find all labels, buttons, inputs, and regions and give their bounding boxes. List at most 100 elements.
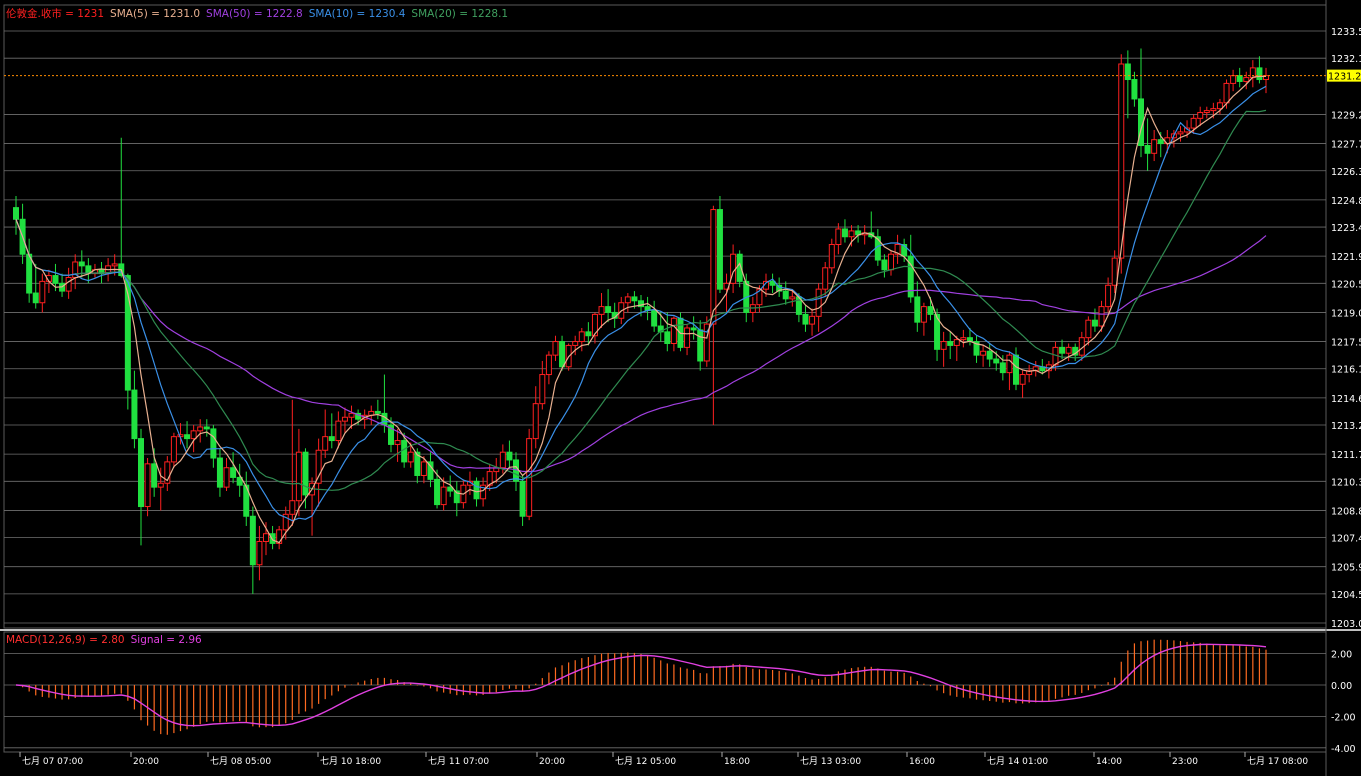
candle-body[interactable] <box>348 412 355 418</box>
candle-body[interactable] <box>1190 117 1197 129</box>
candle-body[interactable] <box>914 296 921 323</box>
candle-body[interactable] <box>302 451 309 496</box>
candle-body[interactable] <box>1243 77 1250 82</box>
candle-body[interactable] <box>631 296 638 302</box>
candle-body[interactable] <box>559 341 566 368</box>
candle-body[interactable] <box>1065 346 1072 354</box>
candle-body[interactable] <box>848 230 855 238</box>
candle-body[interactable] <box>578 331 585 343</box>
candle-body[interactable] <box>381 412 388 426</box>
candle-body[interactable] <box>690 327 697 331</box>
candle-body[interactable] <box>1006 354 1013 374</box>
candle-body[interactable] <box>940 341 947 350</box>
candle-body[interactable] <box>809 315 816 325</box>
candle-body[interactable] <box>953 339 960 346</box>
candle-body[interactable] <box>1177 131 1184 135</box>
candle-body[interactable] <box>1151 139 1158 154</box>
candle-body[interactable] <box>335 420 342 442</box>
candle-body[interactable] <box>65 277 72 292</box>
candle-body[interactable] <box>545 354 552 376</box>
candle-body[interactable] <box>216 457 223 488</box>
candle-body[interactable] <box>782 290 789 300</box>
candle-body[interactable] <box>999 362 1006 374</box>
candle-body[interactable] <box>78 261 85 267</box>
candle-body[interactable] <box>920 306 927 323</box>
candle-body[interactable] <box>1085 319 1092 339</box>
candle-body[interactable] <box>111 263 118 267</box>
candle-body[interactable] <box>605 306 612 313</box>
candle-body[interactable] <box>131 389 138 440</box>
candle-body[interactable] <box>572 341 579 346</box>
candle-body[interactable] <box>1059 346 1066 354</box>
candle-body[interactable] <box>980 350 987 356</box>
candle-body[interactable] <box>263 533 269 542</box>
candle-body[interactable] <box>52 275 59 284</box>
candle-body[interactable] <box>585 331 592 337</box>
candle-body[interactable] <box>157 482 164 488</box>
candle-body[interactable] <box>881 259 888 271</box>
candle-body[interactable] <box>269 533 276 544</box>
candle-body[interactable] <box>552 341 559 356</box>
candle-body[interactable] <box>13 207 19 220</box>
candle-body[interactable] <box>802 313 809 325</box>
candle-body[interactable] <box>223 467 230 488</box>
candle-body[interactable] <box>341 416 348 422</box>
candle-body[interactable] <box>1210 108 1217 112</box>
candle-body[interactable] <box>1230 75 1237 84</box>
candle-body[interactable] <box>151 463 158 488</box>
candle-body[interactable] <box>473 480 480 500</box>
candle-body[interactable] <box>144 463 151 508</box>
candle-body[interactable] <box>993 358 1000 364</box>
candle-body[interactable] <box>835 228 842 246</box>
candle-body[interactable] <box>716 209 723 290</box>
candle-body[interactable] <box>888 253 894 271</box>
candle-body[interactable] <box>1124 63 1131 81</box>
candle-body[interactable] <box>499 451 506 469</box>
candle-body[interactable] <box>697 329 704 362</box>
candle-body[interactable] <box>506 451 513 461</box>
candle-body[interactable] <box>1223 82 1230 104</box>
candle-body[interactable] <box>170 436 177 463</box>
candle-body[interactable] <box>1157 139 1164 145</box>
candle-body[interactable] <box>1019 374 1026 385</box>
candle-body[interactable] <box>1256 67 1263 81</box>
candle-body[interactable] <box>249 515 256 566</box>
candle-body[interactable] <box>670 317 677 344</box>
candle-body[interactable] <box>210 428 217 459</box>
candle-body[interactable] <box>190 430 197 440</box>
candle-body[interactable] <box>197 426 204 432</box>
candle-body[interactable] <box>401 440 408 463</box>
candle-body[interactable] <box>960 337 967 341</box>
candle-body[interactable] <box>624 296 631 304</box>
candle-body[interactable] <box>1131 79 1138 100</box>
candle-body[interactable] <box>26 253 33 294</box>
candle-body[interactable] <box>1105 284 1112 308</box>
candle-body[interactable] <box>927 306 934 315</box>
candle-body[interactable] <box>434 478 441 506</box>
candle-body[interactable] <box>841 228 848 238</box>
candle-body[interactable] <box>1118 63 1125 259</box>
candle-body[interactable] <box>295 451 302 502</box>
candle-body[interactable] <box>519 480 526 517</box>
candle-body[interactable] <box>598 306 605 315</box>
candle-body[interactable] <box>664 331 671 344</box>
candle-body[interactable] <box>315 449 322 484</box>
candle-body[interactable] <box>651 310 658 327</box>
candle-body[interactable] <box>1216 102 1223 110</box>
candle-body[interactable] <box>394 440 401 445</box>
candle-body[interactable] <box>289 500 296 515</box>
candle-body[interactable] <box>684 327 691 348</box>
candle-body[interactable] <box>184 434 191 440</box>
candle-body[interactable] <box>230 467 237 478</box>
candle-body[interactable] <box>203 426 210 430</box>
candle-body[interactable] <box>407 451 414 463</box>
candle-body[interactable] <box>1013 354 1019 385</box>
candle-body[interactable] <box>322 436 329 451</box>
candle-body[interactable] <box>39 280 46 304</box>
candle-body[interactable] <box>532 403 539 440</box>
candle-body[interactable] <box>1197 112 1204 119</box>
candle-body[interactable] <box>1203 110 1210 114</box>
candle-body[interactable] <box>947 341 954 346</box>
candle-body[interactable] <box>420 461 427 476</box>
candle-body[interactable] <box>1091 319 1098 327</box>
